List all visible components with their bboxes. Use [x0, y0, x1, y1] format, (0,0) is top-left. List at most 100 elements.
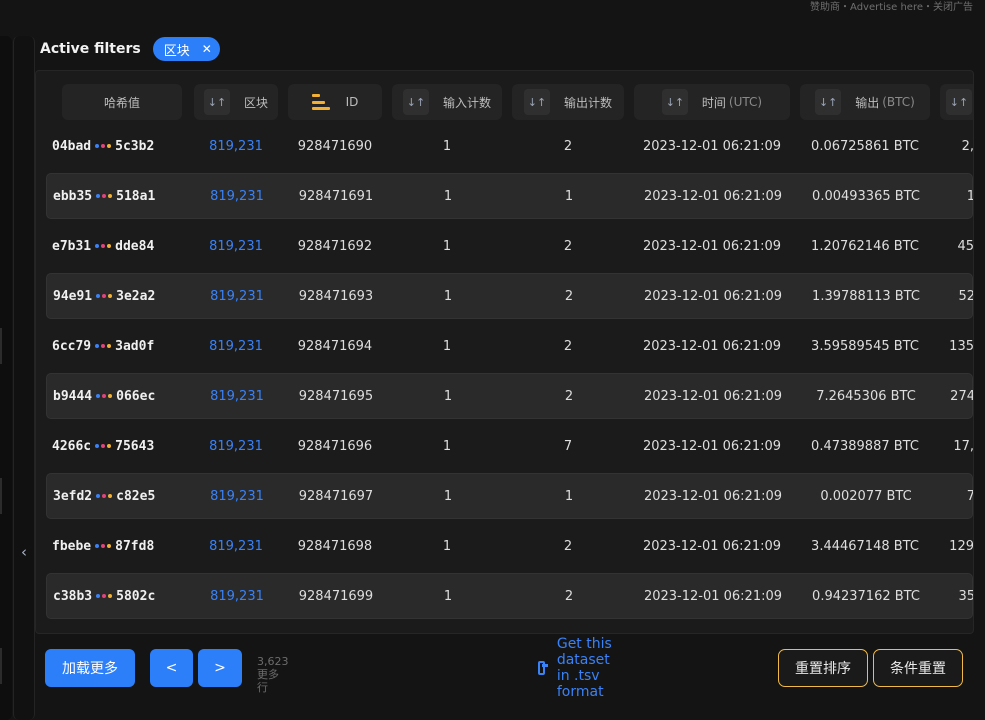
sort-icon[interactable]: ↓↑	[523, 89, 550, 115]
sort-icon[interactable]: ↓↑	[946, 89, 972, 115]
table-row[interactable]: ebb35 518a1 819,231 928471691 1 1 2023-12-01 0…	[46, 173, 973, 219]
sort-icon[interactable]: ↓↑	[402, 89, 429, 115]
truncated-cell: 7	[941, 474, 973, 518]
input-count-cell: 1	[442, 138, 452, 154]
input-count-cell: 1	[443, 588, 453, 604]
output-btc-cell: 3.44467148 BTC	[811, 538, 919, 554]
hash-prefix: e7b31	[52, 238, 92, 254]
output-btc-cell: 7.2645306 BTC	[816, 388, 916, 404]
block-link[interactable]: 819,231	[194, 423, 278, 469]
truncated-cell: 52	[958, 288, 974, 304]
table-row[interactable]: 3efd2 c82e5 819,231 928471697 1 1 2023-12-01 0…	[46, 473, 973, 519]
left-panel-marker	[0, 478, 2, 514]
hash-cell[interactable]: 04bad 5c3b2	[52, 123, 192, 169]
column-header-id[interactable]: ID	[288, 84, 382, 120]
sort-icon[interactable]: ↓↑	[815, 89, 842, 115]
hash-cell[interactable]: c38b3 5802c	[53, 574, 193, 618]
column-header-time[interactable]: ↓↑ 时间 (UTC)	[634, 84, 790, 120]
truncated-cell: 17,	[953, 438, 974, 454]
table-row[interactable]: 4266c 75643 819,231 928471696 1 7 2023-12-01 0…	[46, 423, 973, 469]
output-btc-cell: 0.94237162 BTC	[812, 588, 920, 604]
column-header-inputs[interactable]: ↓↑ 输入计数	[392, 84, 502, 120]
ellipsis-dots-icon	[95, 394, 113, 398]
ellipsis-dots-icon	[95, 594, 113, 598]
table-row[interactable]: fbebe 87fd8 819,231 928471698 1 2 2023-12-01 0…	[46, 523, 973, 569]
block-link[interactable]: 819,231	[194, 323, 278, 369]
time-cell: 2023-12-01 06:21:09	[642, 538, 782, 554]
column-header-hash[interactable]: 哈希值	[62, 84, 182, 120]
active-filters: Active filters 区块 ✕	[40, 36, 220, 62]
output-count-cell: 1	[564, 188, 574, 204]
sort-icon[interactable]: ↓↑	[203, 89, 230, 115]
hash-cell[interactable]: ebb35 518a1	[53, 174, 193, 218]
column-label: 输出计数	[563, 95, 612, 110]
table-row[interactable]: 94e91 3e2a2 819,231 928471693 1 2 2023-12-01 0…	[46, 273, 973, 319]
download-tsv-link[interactable]: Get this dataset in .tsv format	[538, 636, 617, 700]
load-more-button[interactable]: 加载更多	[45, 649, 135, 687]
block-link[interactable]: 819,231	[194, 123, 278, 169]
collapse-sidebar-icon[interactable]: ‹	[16, 540, 32, 564]
output-count-cell: 2	[563, 338, 573, 354]
block-link[interactable]: 819,231	[195, 274, 279, 318]
remaining-rows-label: 更多行	[257, 668, 279, 694]
ellipsis-dots-icon	[94, 344, 112, 348]
block-link[interactable]: 819,231	[195, 474, 279, 518]
reset-sort-button[interactable]: 重置排序	[778, 649, 868, 687]
prev-page-button[interactable]: <	[150, 649, 193, 687]
output-count-cell: 2	[564, 588, 574, 604]
output-btc-cell: 0.00493365 BTC	[812, 188, 920, 204]
id-cell: 928471690	[297, 138, 373, 154]
time-cell: 2023-12-01 06:21:09	[642, 238, 782, 254]
table-row[interactable]: b9444 066ec 819,231 928471695 1 2 2023-12-01 0…	[46, 373, 973, 419]
time-cell: 2023-12-01 06:21:09	[643, 588, 783, 604]
download-tsv-label: Get this dataset in .tsv format	[556, 636, 612, 700]
ad-notice[interactable]: 赞助商・Advertise here・关闭广告	[810, 0, 973, 13]
output-count-cell: 2	[563, 138, 573, 154]
hash-prefix: ebb35	[53, 188, 93, 204]
next-page-button[interactable]: >	[198, 649, 242, 687]
sort-descending-icon[interactable]	[311, 94, 330, 110]
close-icon[interactable]: ✕	[202, 42, 212, 56]
sort-icon[interactable]: ↓↑	[661, 89, 688, 115]
ellipsis-dots-icon	[94, 244, 112, 248]
column-header-block[interactable]: ↓↑ 区块	[194, 84, 278, 120]
column-unit: (BTC)	[882, 95, 915, 109]
id-cell: 928471698	[297, 538, 373, 554]
truncated-cell: 45	[957, 238, 974, 254]
left-panel-marker	[0, 648, 2, 684]
block-link[interactable]: 819,231	[195, 174, 279, 218]
hash-cell[interactable]: 3efd2 c82e5	[53, 474, 193, 518]
hash-cell[interactable]: e7b31 dde84	[52, 223, 192, 269]
output-count-cell: 1	[564, 488, 574, 504]
block-link[interactable]: 819,231	[194, 523, 278, 569]
output-btc-cell: 3.59589545 BTC	[811, 338, 919, 354]
table-row[interactable]: c38b3 5802c 819,231 928471699 1 2 2023-12-01 0…	[46, 573, 973, 619]
output-count-cell: 7	[563, 438, 573, 454]
block-link[interactable]: 819,231	[194, 223, 278, 269]
hash-cell[interactable]: fbebe 87fd8	[52, 523, 192, 569]
block-link[interactable]: 819,231	[195, 574, 279, 618]
input-count-cell: 1	[442, 538, 452, 554]
column-header-outputs[interactable]: ↓↑ 输出计数	[512, 84, 624, 120]
reset-filters-button[interactable]: 条件重置	[873, 649, 963, 687]
hash-cell[interactable]: 4266c 75643	[52, 423, 192, 469]
block-link[interactable]: 819,231	[195, 374, 279, 418]
table-row[interactable]: 04bad 5c3b2 819,231 928471690 1 2 2023-12-01 0…	[46, 123, 973, 169]
id-cell: 928471692	[297, 238, 373, 254]
truncated-cell: 1	[941, 174, 973, 218]
ellipsis-dots-icon	[94, 444, 112, 448]
time-cell: 2023-12-01 06:21:09	[643, 188, 783, 204]
output-count-cell: 2	[564, 288, 574, 304]
hash-suffix: 5c3b2	[115, 138, 155, 154]
column-header-more[interactable]: ↓↑	[940, 84, 973, 120]
hash-cell[interactable]: 94e91 3e2a2	[53, 274, 193, 318]
table-row[interactable]: e7b31 dde84 819,231 928471692 1 2 2023-12-01 0…	[46, 223, 973, 269]
hash-cell[interactable]: b9444 066ec	[53, 374, 193, 418]
filter-chip-block[interactable]: 区块 ✕	[152, 37, 220, 61]
table-row[interactable]: 6cc79 3ad0f 819,231 928471694 1 2 2023-12-01 0…	[46, 323, 973, 369]
column-label: ID	[345, 95, 359, 109]
hash-prefix: 3efd2	[53, 488, 93, 504]
ellipsis-dots-icon	[95, 294, 113, 298]
column-header-output-btc[interactable]: ↓↑ 输出 (BTC)	[800, 84, 930, 120]
hash-cell[interactable]: 6cc79 3ad0f	[52, 323, 192, 369]
